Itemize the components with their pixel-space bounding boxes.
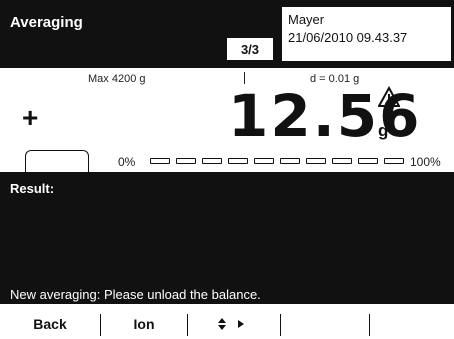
max-capacity-label: Max 4200 g: [88, 73, 146, 85]
tare-tab: [25, 150, 89, 174]
result-label: Result:: [10, 181, 55, 196]
weight-unit: g: [378, 121, 389, 140]
weight-value: 12.56: [228, 82, 422, 150]
page-title: Averaging: [10, 14, 83, 31]
status-message: New averaging: Please unload the balance…: [10, 287, 261, 302]
up-down-right-arrows-icon: [218, 317, 250, 331]
page-indicator: 3/3: [227, 38, 273, 60]
capacity-segment: [332, 158, 352, 164]
capacity-bar: [150, 158, 404, 164]
capacity-segment: [150, 158, 170, 164]
capacity-segment: [254, 158, 274, 164]
softkey-bar: Back Ion: [0, 308, 454, 339]
back-button[interactable]: Back: [0, 308, 100, 339]
capacity-segment: [202, 158, 222, 164]
softkey-5[interactable]: [370, 308, 454, 339]
user-name: Mayer: [288, 12, 325, 27]
result-panel: [0, 172, 454, 304]
capacity-min-label: 0%: [118, 155, 136, 169]
softkey-4[interactable]: [281, 308, 369, 339]
ion-button[interactable]: Ion: [101, 308, 187, 339]
user-info-box: Mayer 21/06/2010 09.43.37: [281, 6, 452, 62]
capacity-segment: [384, 158, 404, 164]
date-time: 21/06/2010 09.43.37: [288, 30, 408, 45]
sign-indicator: +: [22, 102, 39, 133]
capacity-segment: [306, 158, 326, 164]
capacity-segment: [280, 158, 300, 164]
capacity-segment: [358, 158, 378, 164]
capacity-max-label: 100%: [410, 155, 441, 169]
capacity-segment: [176, 158, 196, 164]
navigation-button[interactable]: [188, 308, 280, 339]
warning-icon: [377, 85, 401, 108]
capacity-segment: [228, 158, 248, 164]
